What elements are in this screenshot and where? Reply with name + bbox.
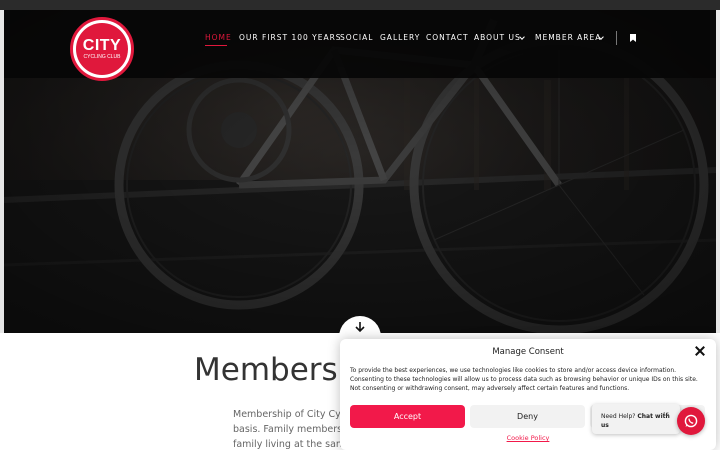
deny-button[interactable]: Deny: [470, 405, 585, 428]
nav-about-us[interactable]: ABOUT US: [474, 33, 521, 42]
cookie-policy-link[interactable]: Cookie Policy: [340, 434, 716, 442]
whatsapp-chat-button[interactable]: [677, 407, 705, 435]
active-nav-underline: [205, 45, 227, 46]
page: CITY CYCLING CLUB HOME OUR FIRST 100 YEA…: [0, 0, 720, 450]
city-cycling-club-logo[interactable]: CITY CYCLING CLUB: [70, 17, 134, 81]
help-badge: 15: [663, 412, 670, 418]
consent-text: To provide the best experiences, we use …: [350, 367, 698, 392]
logo-subtitle: CYCLING CLUB: [83, 54, 121, 60]
nav-separator: [616, 31, 617, 45]
nav-member-area[interactable]: MEMBER AREA: [535, 33, 601, 42]
frame-right: [716, 10, 720, 333]
logo-title: CITY: [82, 37, 122, 54]
nav-social[interactable]: SOCIAL: [340, 33, 373, 42]
nav-contact[interactable]: CONTACT: [426, 33, 469, 42]
chat-help-bubble[interactable]: Need Help? Chat with us 15: [592, 404, 680, 434]
top-strip: [0, 0, 720, 10]
nav-gallery[interactable]: GALLERY: [380, 33, 420, 42]
whatsapp-icon: [684, 414, 698, 428]
arrow-down-icon: [355, 322, 365, 333]
accept-button[interactable]: Accept: [350, 405, 465, 428]
help-prefix: Need Help?: [601, 413, 636, 420]
close-icon[interactable]: [694, 345, 706, 357]
logo-badge: CITY CYCLING CLUB: [76, 23, 128, 75]
nav-our-first-100-years[interactable]: OUR FIRST 100 YEARS: [239, 33, 342, 42]
consent-title: Manage Consent: [492, 347, 564, 357]
nav-home[interactable]: HOME: [205, 33, 232, 42]
site-header: CITY CYCLING CLUB: [4, 10, 716, 81]
